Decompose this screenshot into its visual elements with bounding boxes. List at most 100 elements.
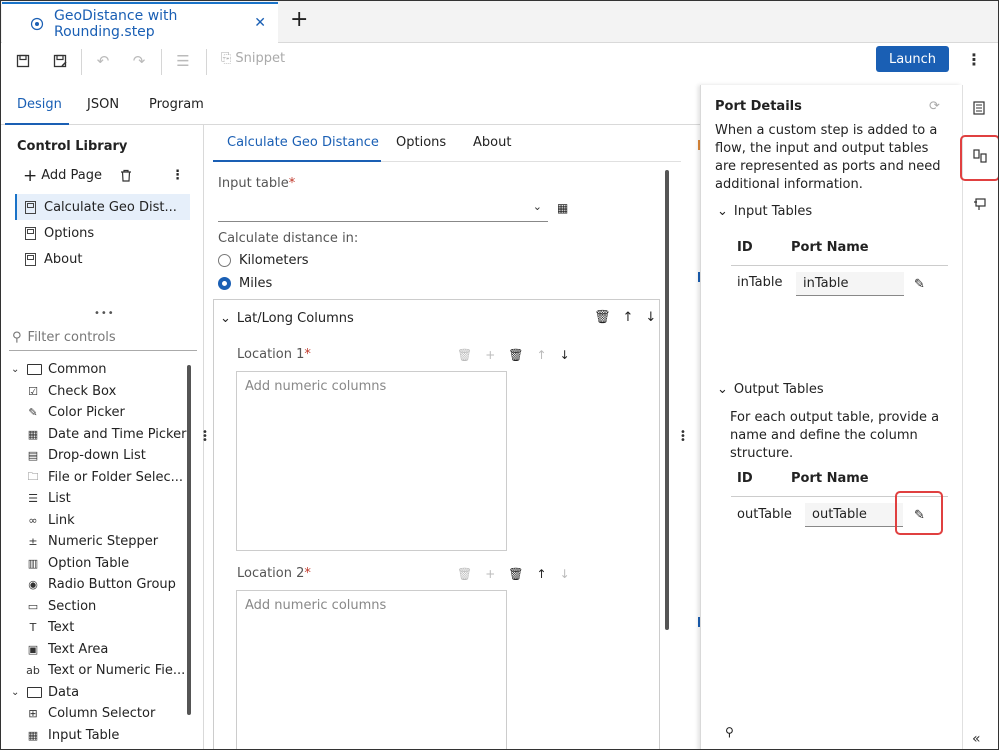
location2-column-box[interactable]: Add numeric columns bbox=[236, 590, 507, 749]
move-up-icon[interactable]: ↑ bbox=[537, 567, 547, 581]
radio-miles[interactable]: Miles bbox=[218, 276, 272, 291]
filter-controls-input[interactable]: ⚲ Filter controls bbox=[9, 325, 197, 351]
tree-item[interactable]: ☑ Check Box bbox=[9, 381, 187, 403]
required-mark: * bbox=[288, 176, 296, 191]
close-tab-icon[interactable]: ✕ bbox=[254, 15, 266, 31]
page-item-about[interactable]: About bbox=[15, 246, 190, 272]
tree-item[interactable]: ▣ Text Area bbox=[9, 639, 187, 661]
tab-json[interactable]: JSON bbox=[87, 97, 119, 112]
column-header-port-name: Port Name bbox=[791, 471, 869, 486]
tab-calculate-geo-distance[interactable]: Calculate Geo Distance bbox=[227, 135, 379, 150]
input-table-icon: ▦ bbox=[27, 728, 39, 742]
tree-item[interactable]: ± Numeric Stepper bbox=[9, 531, 187, 553]
collapse-panel-icon[interactable]: « bbox=[972, 731, 981, 747]
link-icon: ∞ bbox=[28, 513, 38, 527]
undo-icon[interactable]: ↶ bbox=[93, 51, 113, 71]
redo-icon[interactable]: ↷ bbox=[129, 51, 149, 71]
tab-about[interactable]: About bbox=[473, 135, 511, 150]
tree-item[interactable]: ✎ Color Picker bbox=[9, 402, 187, 424]
output-tables-header[interactable]: ⌄ Output Tables bbox=[717, 382, 824, 397]
tree-item[interactable]: ab Text or Numeric Fie... bbox=[9, 660, 187, 682]
refresh-icon[interactable]: ⟳ bbox=[929, 99, 940, 114]
save-icon[interactable] bbox=[13, 51, 33, 71]
tree-item-label: Text Area bbox=[48, 641, 109, 657]
properties-icon[interactable] bbox=[973, 101, 985, 119]
location1-column-box[interactable]: Add numeric columns bbox=[236, 371, 507, 551]
snippet-label: Snippet bbox=[235, 51, 286, 66]
tab-program[interactable]: Program bbox=[149, 97, 204, 112]
input-table-label: Input table* bbox=[218, 176, 295, 191]
delete-location-icon[interactable]: 🗑 bbox=[508, 567, 523, 581]
tab-options[interactable]: Options bbox=[396, 135, 446, 150]
tree-item[interactable]: ⊞ Column Selector bbox=[9, 703, 187, 725]
tree-item[interactable]: ☰ List bbox=[9, 488, 187, 510]
move-up-icon[interactable]: ↑ bbox=[623, 310, 634, 325]
file-tab[interactable]: GeoDistance with Rounding.step ✕ bbox=[2, 2, 278, 43]
page-item-options[interactable]: Options bbox=[15, 220, 190, 246]
tree-item[interactable]: T Text bbox=[9, 617, 187, 639]
move-down-icon[interactable]: ↓ bbox=[560, 348, 570, 362]
tree-group-data[interactable]: ⌄ Data bbox=[9, 682, 187, 704]
tree-item-label: Option Table bbox=[48, 555, 130, 571]
add-column-icon[interactable]: + bbox=[485, 567, 495, 581]
dropdown-icon: ▤ bbox=[27, 449, 39, 463]
tab-design[interactable]: Design bbox=[17, 97, 62, 112]
page-item-calculate[interactable]: Calculate Geo Dist... bbox=[15, 194, 190, 220]
delete-section-icon[interactable]: 🗑 bbox=[594, 310, 611, 325]
page-icon bbox=[25, 200, 36, 214]
radio-kilometers[interactable]: Kilometers bbox=[218, 253, 309, 268]
snippet-button[interactable]: ⎘ Snippet bbox=[221, 51, 285, 66]
tree-item[interactable]: ▤ Drop-down List bbox=[9, 445, 187, 467]
prompt-icon[interactable] bbox=[973, 197, 987, 215]
tree-item[interactable]: ▭ Section bbox=[9, 596, 187, 618]
move-down-icon[interactable]: ↓ bbox=[560, 567, 570, 581]
move-down-icon[interactable]: ↓ bbox=[645, 310, 656, 325]
tree-item[interactable]: ∞ Link bbox=[9, 510, 187, 532]
tree-item-label: Color Picker bbox=[48, 405, 125, 421]
column-header-id: ID bbox=[737, 240, 753, 255]
location2-label-text: Location 2 bbox=[237, 566, 305, 581]
tree-item[interactable]: ▥ Option Table bbox=[9, 553, 187, 575]
calendar-icon: ▦ bbox=[27, 427, 39, 441]
panel-splitter-handle[interactable]: ••• bbox=[94, 308, 115, 319]
designer-scrollbar[interactable] bbox=[665, 170, 669, 630]
input-port-name-field[interactable]: inTable bbox=[796, 272, 904, 296]
tree-item[interactable]: 🗀 File or Folder Selec... bbox=[9, 467, 187, 489]
format-icon[interactable]: ☰ bbox=[173, 51, 193, 71]
more-options-icon[interactable]: ⋮ bbox=[966, 50, 982, 69]
header-divider bbox=[731, 265, 948, 266]
add-columns-placeholder: Add numeric columns bbox=[245, 379, 387, 394]
filter-placeholder: Filter controls bbox=[27, 330, 116, 345]
input-table-dropdown[interactable]: ⌄ bbox=[218, 196, 548, 222]
edit-input-port-icon[interactable]: ✎ bbox=[914, 277, 925, 292]
save-as-icon[interactable] bbox=[50, 51, 70, 71]
delete-page-icon[interactable] bbox=[120, 169, 132, 186]
new-tab-button[interactable]: + bbox=[290, 9, 308, 31]
tree-group-common[interactable]: ⌄ Common bbox=[9, 359, 187, 381]
launch-button[interactable]: Launch bbox=[876, 46, 949, 72]
tree-item-label: Check Box bbox=[48, 383, 117, 399]
remove-column-icon[interactable]: 🗑 bbox=[457, 567, 472, 581]
table-browse-icon[interactable]: ▦ bbox=[557, 201, 568, 215]
tree-item[interactable]: ◉ Radio Button Group bbox=[9, 574, 187, 596]
section-header[interactable]: ⌄ Lat/Long Columns bbox=[220, 311, 354, 326]
highlight-box bbox=[960, 135, 998, 181]
output-port-name-field[interactable]: outTable bbox=[805, 503, 903, 527]
tree-item-label: Numeric Stepper bbox=[48, 534, 159, 550]
remove-column-icon[interactable]: 🗑 bbox=[457, 348, 472, 362]
move-up-icon[interactable]: ↑ bbox=[537, 348, 547, 362]
chevron-down-icon: ⌄ bbox=[532, 200, 542, 213]
list-icon: ☰ bbox=[28, 492, 38, 506]
add-column-icon[interactable]: + bbox=[485, 348, 495, 362]
delete-location-icon[interactable]: 🗑 bbox=[508, 348, 523, 362]
location1-label-text: Location 1 bbox=[237, 347, 305, 362]
tree-item[interactable]: ▦ Date and Time Picker bbox=[9, 424, 187, 446]
input-tables-header[interactable]: ⌄ Input Tables bbox=[717, 204, 812, 219]
checkbox-icon: ☑ bbox=[28, 384, 38, 398]
tree-item[interactable]: ▦ Input Table bbox=[9, 725, 187, 747]
add-page-button[interactable]: + Add Page bbox=[23, 167, 102, 184]
pin-icon[interactable]: ⚲ bbox=[725, 725, 734, 739]
location1-label: Location 1* bbox=[237, 347, 311, 362]
library-scrollbar[interactable] bbox=[187, 365, 191, 715]
library-more-icon[interactable]: ⋮ bbox=[171, 168, 184, 183]
